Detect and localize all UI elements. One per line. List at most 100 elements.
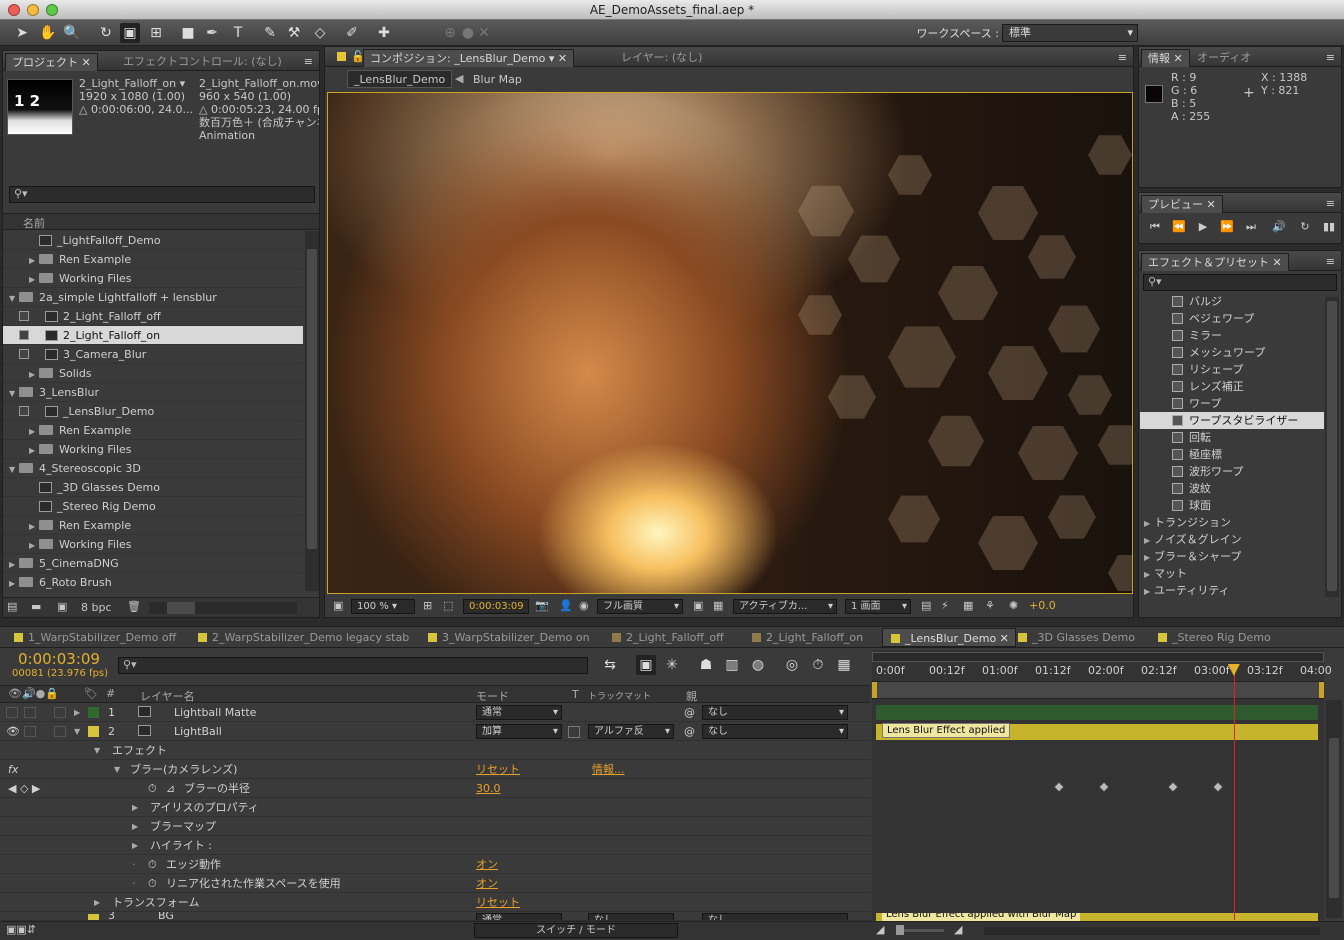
breadcrumb-lensblur-demo[interactable]: _LensBlur_Demo <box>347 70 453 88</box>
timeline-tab[interactable]: 2_Light_Falloff_on <box>744 628 863 647</box>
layer-trackmatte-select[interactable]: アルファ反 ▾ <box>588 724 674 739</box>
toggle-panes-icon[interactable]: ▣▣⇵ <box>6 923 36 936</box>
expand-transform-icon[interactable]: ▶ <box>94 893 104 912</box>
motion-blur-icon[interactable]: ◍ <box>748 655 768 675</box>
project-item[interactable]: 2_Light_Falloff_off <box>3 307 303 326</box>
project-item[interactable]: 2_Light_Falloff_on <box>3 326 303 345</box>
item-checkbox[interactable] <box>19 406 29 416</box>
layer-2-duration-bar[interactable]: Lens Blur Effect applied <box>876 723 1318 740</box>
expand-arrow-icon[interactable]: ▶ <box>29 422 39 441</box>
current-time-field[interactable]: 0:00:03:09 <box>463 599 529 614</box>
timeline-zoom-slider[interactable] <box>896 925 944 935</box>
collapse-effect-icon[interactable]: ▼ <box>114 760 124 779</box>
stopwatch-icon[interactable]: ⏱ <box>148 779 157 798</box>
edge-behavior-value[interactable]: オン <box>476 855 498 874</box>
snapshot-icon[interactable]: 📷 <box>535 599 549 612</box>
effect-item[interactable]: レンズ補正 <box>1140 378 1324 395</box>
graph-toggle-icon[interactable]: ⊿ <box>166 779 175 798</box>
solo-switch-icon[interactable] <box>24 726 36 737</box>
expand-arrow-icon[interactable]: ▶ <box>1144 566 1154 583</box>
graph-editor-icon[interactable]: ▦ <box>834 655 854 675</box>
effect-lens-blur-row[interactable]: fx ▼ ブラー(カメラレンズ) リセット 情報... <box>0 760 870 779</box>
tab-composition[interactable]: コンポジション: _LensBlur_Demo ▾ ✕ <box>363 49 575 67</box>
layer-3-marker-comment[interactable]: Lens Blur Effect applied with Blur Map <box>882 913 1081 921</box>
expand-icon[interactable]: ▶ <box>132 836 142 855</box>
comp-viewer[interactable] <box>327 92 1133 594</box>
effect-item[interactable]: ワープ <box>1140 395 1324 412</box>
channel-icon[interactable]: ◉ <box>579 599 589 612</box>
timeline-hscroll[interactable] <box>984 927 1320 935</box>
timeline-tab[interactable]: 1_WarpStabilizer_Demo off <box>6 628 176 647</box>
lock-switch-icon[interactable] <box>54 726 66 737</box>
timeline-tab[interactable]: _3D Glasses Demo <box>1010 628 1135 647</box>
project-item[interactable]: ▶ Working Files <box>3 440 303 459</box>
panel-menu-icon[interactable]: ≡ <box>1326 197 1335 210</box>
always-preview-icon[interactable]: ▣ <box>333 599 343 612</box>
project-item[interactable]: _LensBlur_Demo <box>3 402 303 421</box>
zoom-in-icon[interactable]: ◢ <box>954 923 962 936</box>
project-search-input[interactable]: ⚲▾ <box>9 186 315 203</box>
rectangle-tool-icon[interactable]: ■ <box>178 23 198 43</box>
zoom-window-button[interactable] <box>46 4 58 16</box>
expand-arrow-icon[interactable]: ▶ <box>1144 583 1154 600</box>
first-frame-icon[interactable]: ⏮ <box>1147 219 1163 235</box>
camera-tool-icon[interactable]: ▣ <box>120 23 140 43</box>
effect-item[interactable]: 球面 <box>1140 497 1324 514</box>
effect-item[interactable]: ▶ トランジション <box>1140 514 1324 531</box>
effect-item[interactable]: 波形ワープ <box>1140 463 1324 480</box>
edge-behavior-row[interactable]: · ⏱ エッジ動作 オン <box>0 855 870 874</box>
trash-icon[interactable]: 🗑 <box>127 600 141 613</box>
project-hscroll[interactable] <box>149 602 297 614</box>
new-folder-icon[interactable]: ▬ <box>31 600 41 613</box>
toggle-pixel-aspect-icon[interactable]: ▤ <box>921 599 931 612</box>
bpc-button[interactable]: 8 bpc <box>81 601 112 614</box>
project-item[interactable]: ▶ Ren Example <box>3 516 303 535</box>
selection-tool-icon[interactable]: ➤ <box>12 23 32 43</box>
zoom-select[interactable]: 100 % ▾ <box>351 599 415 614</box>
project-item[interactable]: _Stereo Rig Demo <box>3 497 303 516</box>
panel-menu-icon[interactable]: ≡ <box>1326 51 1335 64</box>
loop-icon[interactable]: ↻ <box>1297 219 1313 235</box>
effect-item[interactable]: 回転 <box>1140 429 1324 446</box>
layer-parent-select[interactable]: なし ▾ <box>702 705 848 720</box>
hand-tool-icon[interactable]: ✋ <box>38 23 58 43</box>
transparency-grid-icon[interactable]: ▦ <box>713 599 723 612</box>
expand-layer-icon[interactable]: ▶ <box>74 703 84 722</box>
layer-name[interactable]: Lightball Matte <box>174 703 256 722</box>
expand-arrow-icon[interactable]: ▶ <box>29 270 39 289</box>
timeline-icon[interactable]: ▦ <box>963 599 973 612</box>
minimize-window-button[interactable] <box>27 4 39 16</box>
work-area-bar[interactable] <box>872 681 1324 699</box>
trackmatte-column[interactable]: トラックマット <box>588 689 651 702</box>
frame-blending-icon[interactable]: ▥ <box>722 655 742 675</box>
number-column[interactable]: # <box>106 687 115 700</box>
av-features-icon[interactable]: 👁🔊●🔒 <box>8 687 59 700</box>
fx-icon[interactable]: fx <box>8 760 18 779</box>
flowchart-icon[interactable]: ⚘ <box>985 599 995 612</box>
lock-switch-icon[interactable] <box>54 707 66 718</box>
layer-mode-select[interactable]: 加算 ▾ <box>476 724 562 739</box>
panel-menu-icon[interactable]: ≡ <box>1326 255 1335 268</box>
blur-radius-row[interactable]: ◀ ◇ ▶ ⏱ ⊿ ブラーの半径 30.0 <box>0 779 870 798</box>
expand-arrow-icon[interactable]: ▶ <box>29 517 39 536</box>
effects-scrollbar[interactable] <box>1325 297 1339 597</box>
collapse-effects-icon[interactable]: ▼ <box>94 741 104 760</box>
zoom-tool-icon[interactable]: 🔍 <box>62 23 82 43</box>
highlight-row[interactable]: ▶ ハイライト : <box>0 836 870 855</box>
project-item[interactable]: ▶ Solids <box>3 364 303 383</box>
tab-layer[interactable]: レイヤー: (なし) <box>615 49 708 67</box>
project-item[interactable]: _LightFalloff_Demo <box>3 231 303 250</box>
effect-item[interactable]: ▶ ノイズ＆グレイン <box>1140 531 1324 548</box>
transform-reset-link[interactable]: リセット <box>476 893 520 912</box>
zoom-out-icon[interactable]: ◢ <box>876 923 884 936</box>
expand-arrow-icon[interactable]: ▶ <box>1144 549 1154 566</box>
pen-tool-icon[interactable]: ✒ <box>202 23 222 43</box>
timeline-search-input[interactable]: ⚲▾ <box>118 657 588 674</box>
solo-switch-icon[interactable] <box>24 707 36 718</box>
t-column[interactable]: T <box>572 688 579 701</box>
expand-arrow-icon[interactable]: ▶ <box>9 555 19 574</box>
layer-mode-select[interactable]: 通常 <box>476 913 562 920</box>
effects-search-input[interactable]: ⚲▾ <box>1143 274 1337 291</box>
project-scrollbar[interactable] <box>305 231 319 591</box>
audio-icon[interactable]: 🔊 <box>1271 219 1287 235</box>
